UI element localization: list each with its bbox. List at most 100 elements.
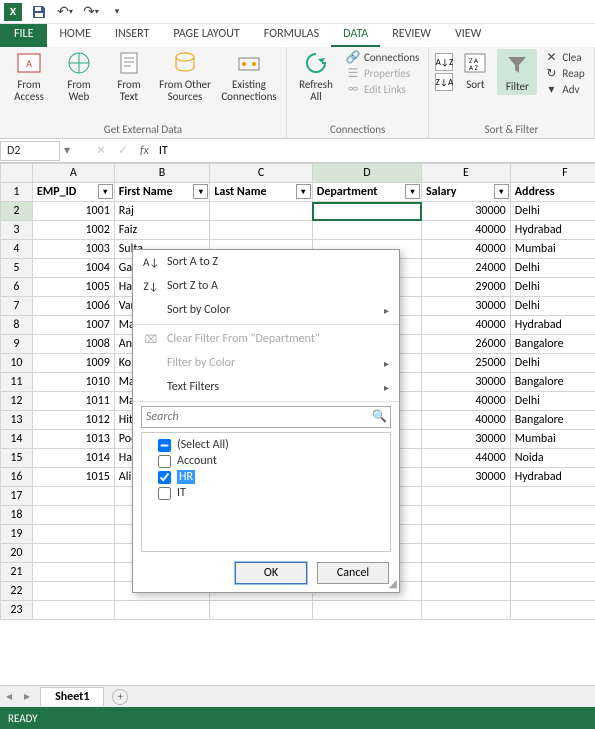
row-header[interactable]: 18 [1, 506, 33, 525]
cell[interactable] [422, 582, 511, 601]
filter-checkbox[interactable] [158, 455, 171, 468]
cell[interactable]: 40000 [422, 316, 511, 335]
filter-dropdown-icon[interactable]: ▾ [98, 184, 113, 199]
cell[interactable]: 44000 [422, 449, 511, 468]
cell[interactable]: 1005 [32, 278, 114, 297]
filter-checkbox[interactable] [158, 471, 171, 484]
cell[interactable]: 1014 [32, 449, 114, 468]
undo-icon[interactable]: ↶▾ [56, 3, 74, 21]
filter-value-item[interactable]: HR [146, 469, 386, 485]
row-header[interactable]: 9 [1, 335, 33, 354]
cell[interactable]: Bangalore [510, 335, 595, 354]
filter-reapply-button[interactable]: ↻Reap [541, 65, 587, 81]
cell[interactable]: 1009 [32, 354, 114, 373]
cell[interactable] [422, 601, 511, 620]
filter-dropdown-icon[interactable]: ▾ [405, 184, 420, 199]
filter-value-item[interactable]: IT [146, 485, 386, 501]
cell[interactable]: Hydrabad [510, 468, 595, 487]
refresh-all-button[interactable]: Refresh All [293, 49, 339, 102]
column-header[interactable]: C [210, 164, 312, 183]
text-filters[interactable]: Text Filters▸ [133, 375, 399, 399]
sort-a-to-z[interactable]: A↓Sort A to Z [133, 250, 399, 274]
from-access-button[interactable]: AFrom Access [6, 49, 52, 102]
cell[interactable]: 1002 [32, 221, 114, 240]
cell[interactable] [32, 582, 114, 601]
tab-view[interactable]: VIEW [443, 24, 493, 47]
name-box[interactable] [0, 141, 60, 161]
cell[interactable] [422, 487, 511, 506]
name-box-dropdown-icon[interactable]: ▾ [60, 143, 74, 158]
row-header[interactable]: 3 [1, 221, 33, 240]
cell[interactable]: 40000 [422, 392, 511, 411]
tab-insert[interactable]: INSERT [103, 24, 161, 47]
cell[interactable] [32, 506, 114, 525]
cell[interactable] [422, 525, 511, 544]
cell[interactable]: 1003 [32, 240, 114, 259]
sort-desc-icon[interactable]: Z↓A [435, 73, 453, 91]
cell[interactable]: Bangalore [510, 373, 595, 392]
filter-value-item[interactable]: Account [146, 453, 386, 469]
existing-connections-button[interactable]: Existing Connections [218, 49, 280, 102]
tab-data[interactable]: DATA [331, 24, 380, 47]
cell[interactable]: Mumbai [510, 240, 595, 259]
add-sheet-button[interactable]: + [112, 689, 128, 705]
cell[interactable]: 1013 [32, 430, 114, 449]
filter-value-item[interactable]: (Select All) [146, 437, 386, 453]
tab-nav-prev-icon[interactable]: ◂ [0, 689, 18, 704]
cell[interactable]: 1004 [32, 259, 114, 278]
cell[interactable] [32, 563, 114, 582]
cell[interactable]: 30000 [422, 297, 511, 316]
row-header[interactable]: 1 [1, 183, 33, 202]
edit-links-button[interactable]: ∞Edit Links [343, 81, 422, 97]
cell[interactable]: 1006 [32, 297, 114, 316]
cell[interactable] [510, 525, 595, 544]
row-header[interactable]: 14 [1, 430, 33, 449]
filter-search-input[interactable] [141, 406, 391, 428]
cancel-formula-icon[interactable]: ✕ [90, 143, 112, 158]
cell[interactable] [422, 563, 511, 582]
column-header[interactable]: B [114, 164, 210, 183]
cell[interactable]: Faiz [114, 221, 210, 240]
cell[interactable] [210, 601, 312, 620]
cell[interactable]: Bangalore [510, 411, 595, 430]
cell[interactable]: Delhi [510, 297, 595, 316]
tab-page-layout[interactable]: PAGE LAYOUT [161, 24, 251, 47]
cell[interactable] [32, 525, 114, 544]
tab-review[interactable]: REVIEW [380, 24, 443, 47]
tab-file[interactable]: FILE [0, 24, 47, 47]
cell[interactable] [114, 601, 210, 620]
sort-button[interactable]: Z AA ZSort [457, 49, 493, 91]
cell[interactable] [312, 601, 421, 620]
cell[interactable]: 25000 [422, 354, 511, 373]
cell[interactable] [422, 506, 511, 525]
cell[interactable]: 1011 [32, 392, 114, 411]
cell[interactable]: 1012 [32, 411, 114, 430]
cell[interactable] [210, 221, 312, 240]
column-header[interactable]: F [510, 164, 595, 183]
cell[interactable]: Noida [510, 449, 595, 468]
cell[interactable] [210, 202, 312, 221]
filter-advanced-button[interactable]: ▾Adv [541, 81, 587, 97]
cell[interactable]: 1010 [32, 373, 114, 392]
cell[interactable]: Delhi [510, 202, 595, 221]
cell[interactable]: 1008 [32, 335, 114, 354]
row-header[interactable]: 19 [1, 525, 33, 544]
sort-asc-icon[interactable]: A↓Z [435, 53, 453, 71]
row-header[interactable]: 23 [1, 601, 33, 620]
qat-customize-icon[interactable]: ▾ [108, 3, 126, 21]
row-header[interactable]: 22 [1, 582, 33, 601]
row-header[interactable]: 7 [1, 297, 33, 316]
tab-nav-next-icon[interactable]: ▸ [18, 689, 36, 704]
row-header[interactable]: 21 [1, 563, 33, 582]
column-header[interactable]: D [312, 164, 421, 183]
cell[interactable]: 40000 [422, 240, 511, 259]
sheet-tab[interactable]: Sheet1 [40, 687, 104, 706]
tab-home[interactable]: HOME [47, 24, 103, 47]
cell[interactable]: 1007 [32, 316, 114, 335]
cell[interactable] [32, 601, 114, 620]
cell[interactable]: Delhi [510, 259, 595, 278]
filter-dropdown-icon[interactable]: ▾ [296, 184, 311, 199]
from-web-button[interactable]: From Web [56, 49, 102, 102]
save-icon[interactable] [30, 3, 48, 21]
cell[interactable] [312, 202, 421, 221]
